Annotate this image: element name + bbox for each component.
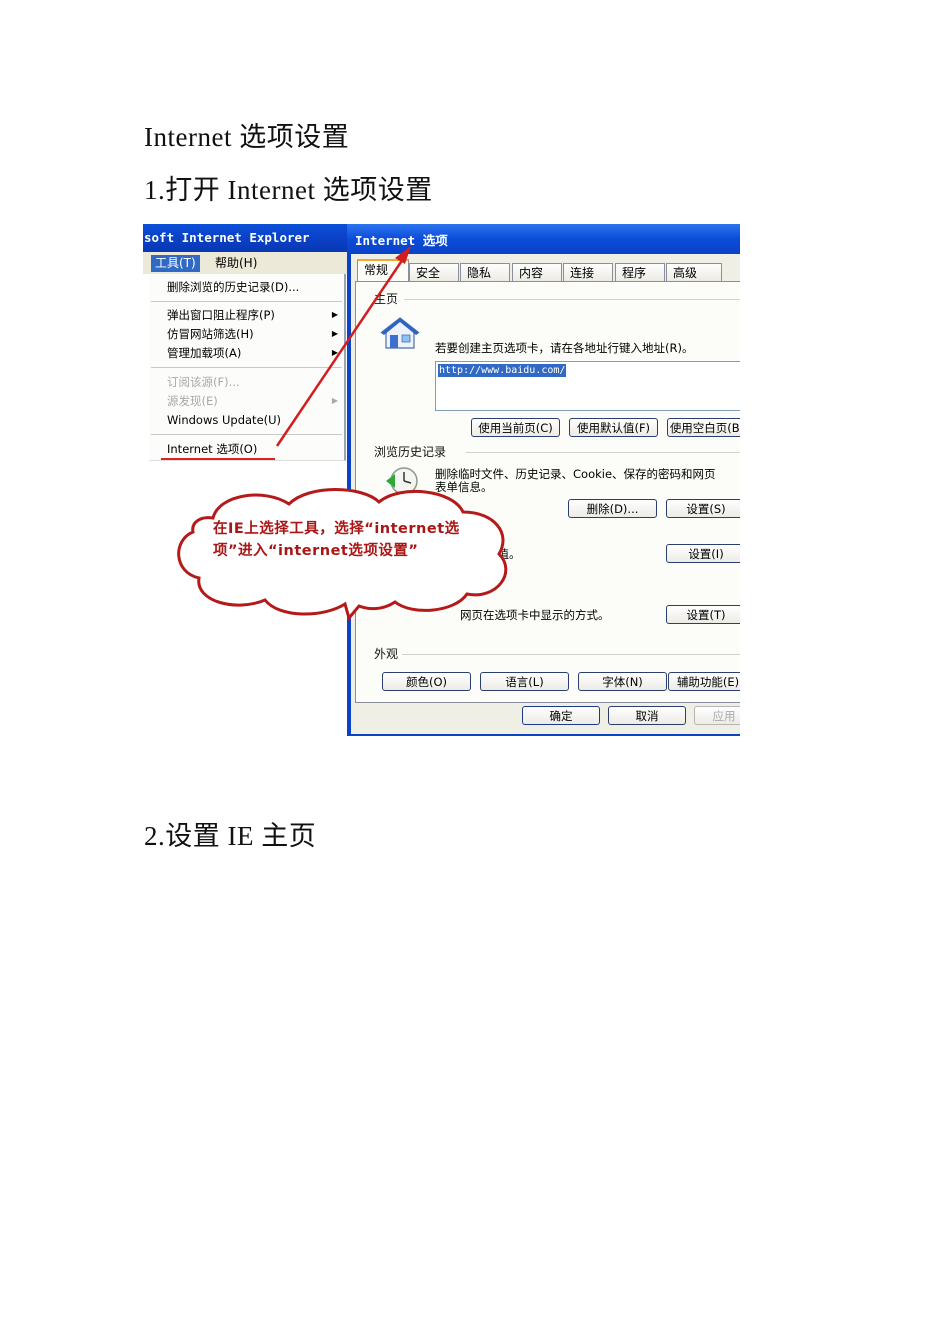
menu-item-phishing-filter[interactable]: 仿冒网站筛选(H) — [167, 326, 254, 342]
tab-connections[interactable]: 连接 — [563, 263, 613, 281]
tab-advanced[interactable]: 高级 — [666, 263, 722, 281]
submenu-arrow-icon: ▶ — [331, 329, 338, 338]
home-page-description: 若要创建主页选项卡，请在各地址行键入地址(R)。 — [435, 341, 694, 355]
home-page-group-label: 主页 — [374, 292, 399, 306]
menu-item-internet-options[interactable]: Internet 选项(O) — [167, 441, 257, 457]
history-group-label: 浏览历史记录 — [374, 445, 447, 459]
use-current-page-button[interactable]: 使用当前页(C) — [471, 418, 560, 437]
appearance-group-label: 外观 — [374, 647, 399, 661]
ie-menubar: 工具(T) 帮助(H) — [143, 252, 348, 274]
search-settings-button[interactable]: 设置(I) — [666, 544, 740, 563]
menu-separator — [151, 434, 342, 435]
submenu-arrow-icon: ▶ — [331, 310, 338, 319]
ie-window: soft Internet Explorer 工具(T) 帮助(H) 删除浏览的… — [143, 224, 348, 464]
step-2-heading: 2.设置 IE 主页 — [144, 821, 317, 851]
menu-item-windows-update[interactable]: Windows Update(U) — [167, 413, 281, 427]
tab-privacy[interactable]: 隐私 — [460, 263, 510, 281]
fonts-button[interactable]: 字体(N) — [578, 672, 667, 691]
tab-general[interactable]: 常规 — [357, 259, 409, 282]
delete-history-button[interactable]: 删除(D)... — [568, 499, 657, 518]
screenshot-figure: soft Internet Explorer 工具(T) 帮助(H) 删除浏览的… — [143, 224, 740, 736]
menu-item-subscribe-feed: 订阅该源(F)... — [167, 375, 240, 389]
group-divider — [402, 654, 740, 655]
apply-button[interactable]: 应用 — [694, 706, 740, 725]
group-divider — [466, 452, 740, 453]
menu-item-manage-addons[interactable]: 管理加载项(A) — [167, 345, 241, 361]
group-divider — [404, 299, 740, 300]
tab-security[interactable]: 安全 — [409, 263, 459, 281]
cancel-button[interactable]: 取消 — [608, 706, 686, 725]
menu-help[interactable]: 帮助(H) — [211, 255, 261, 272]
dialog-title-bar: Internet 选项 — [347, 224, 740, 254]
menu-separator — [151, 367, 342, 368]
menu-item-delete-history[interactable]: 删除浏览的历史记录(D)... — [167, 279, 299, 295]
step-1-heading: 1.打开 Internet 选项设置 — [144, 175, 433, 205]
menu-item-feed-discovery: 源发现(E) — [167, 394, 218, 408]
home-page-url-value: http://www.baidu.com/ — [438, 364, 567, 377]
submenu-arrow-icon: ▶ — [331, 348, 338, 357]
menu-tools[interactable]: 工具(T) — [151, 255, 200, 272]
ie-title-bar: soft Internet Explorer — [143, 224, 348, 252]
home-icon — [380, 317, 420, 349]
annotation-text: 在IE上选择工具，选择“internet选项”进入“internet选项设置” — [213, 521, 460, 559]
colors-button[interactable]: 颜色(O) — [382, 672, 471, 691]
accessibility-button[interactable]: 辅助功能(E) — [668, 672, 740, 691]
internet-options-dialog: Internet 选项 常规 安全 隐私 内容 连接 程序 高级 主页 若要创建… — [347, 224, 740, 736]
menu-item-label: 弹出窗口阻止程序(P) — [167, 308, 275, 322]
document-title: Internet 选项设置 — [144, 122, 350, 152]
tab-content[interactable]: 内容 — [512, 263, 562, 281]
menu-item-label: 管理加载项(A) — [167, 346, 242, 360]
tab-programs[interactable]: 程序 — [615, 263, 665, 281]
menu-separator — [151, 301, 342, 302]
use-default-button[interactable]: 使用默认值(F) — [569, 418, 658, 437]
use-blank-button[interactable]: 使用空白页(B) — [667, 418, 740, 437]
menu-item-label: 仿冒网站筛选(H) — [167, 327, 254, 341]
menu-item-popup-blocker[interactable]: 弹出窗口阻止程序(P) — [167, 307, 275, 323]
tabs-settings-button[interactable]: 设置(T) — [666, 605, 740, 624]
home-page-url-field[interactable]: http://www.baidu.com/ — [435, 361, 740, 411]
highlight-underline — [161, 458, 275, 460]
languages-button[interactable]: 语言(L) — [480, 672, 569, 691]
ok-button[interactable]: 确定 — [522, 706, 600, 725]
submenu-arrow-icon: ▶ — [331, 396, 338, 405]
history-settings-button[interactable]: 设置(S) — [666, 499, 740, 518]
tools-dropdown-menu: 删除浏览的历史记录(D)... 弹出窗口阻止程序(P) ▶ 仿冒网站筛选(H) … — [149, 274, 346, 461]
